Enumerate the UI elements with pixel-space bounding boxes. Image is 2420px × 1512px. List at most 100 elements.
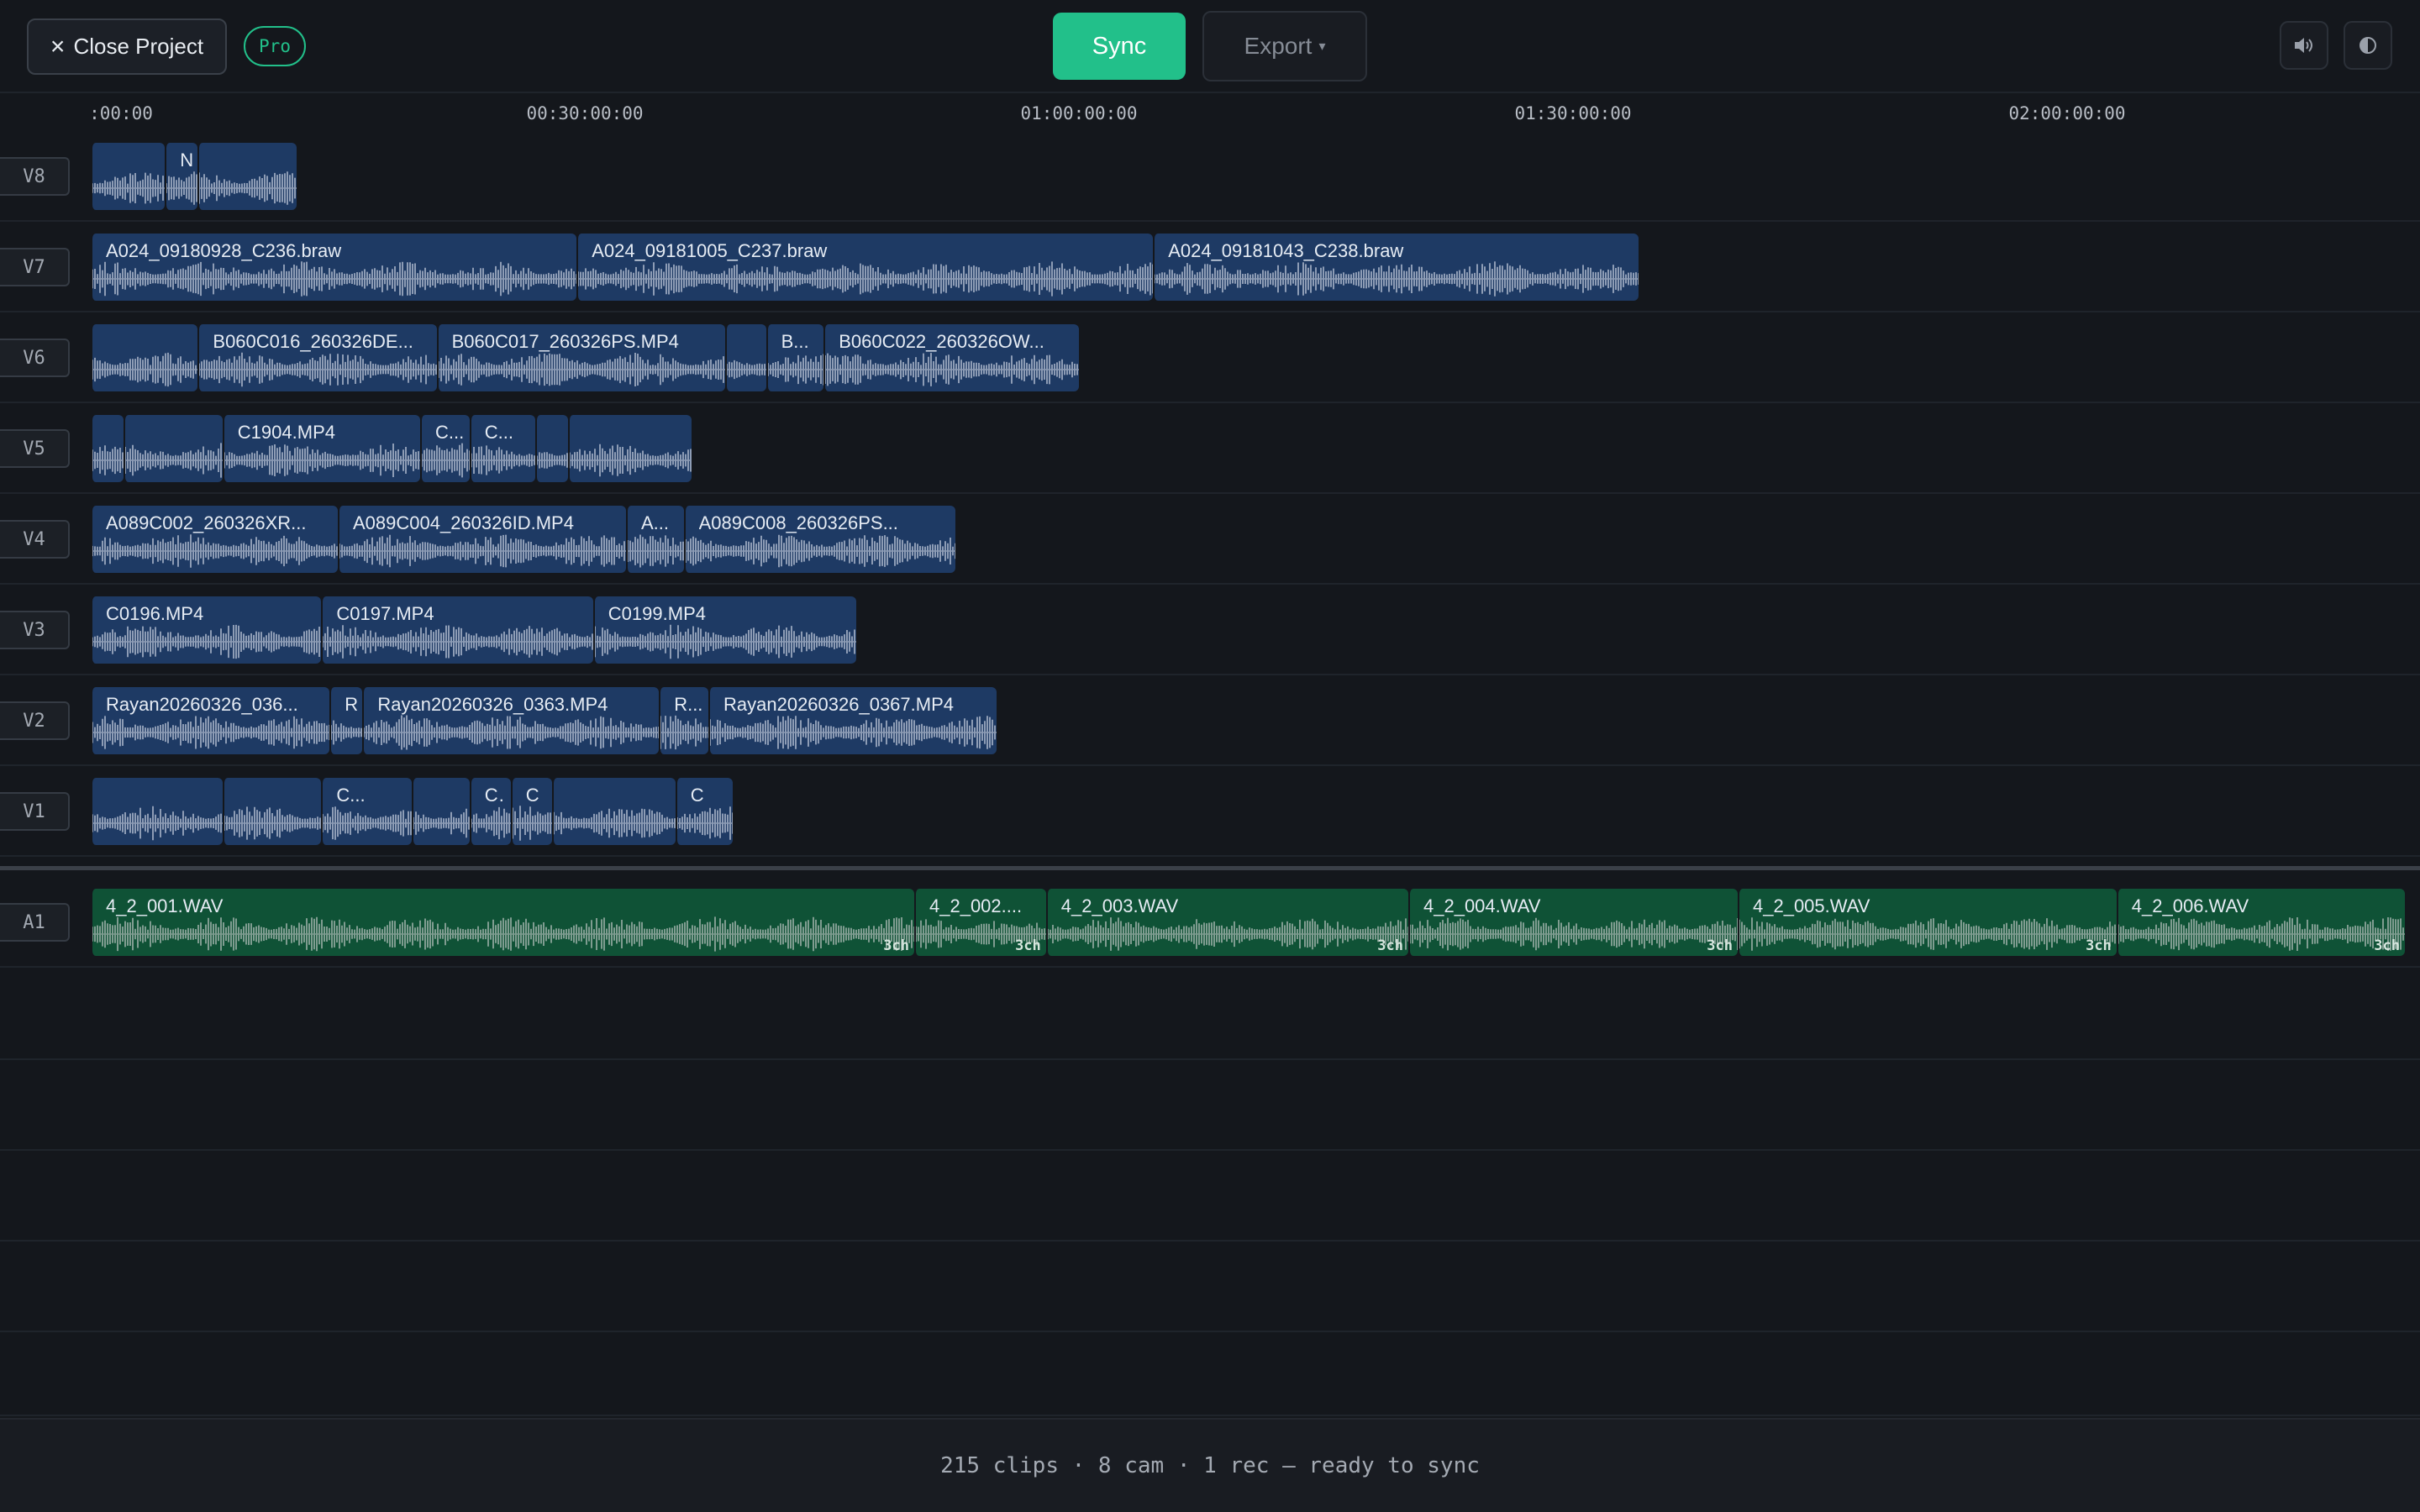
track-label[interactable]: V4 — [0, 520, 70, 559]
video-clip[interactable]: R... — [329, 687, 363, 754]
video-clip[interactable]: C1904.MP4 — [222, 415, 420, 482]
video-clip[interactable] — [91, 778, 223, 845]
waveform — [92, 261, 577, 297]
video-audio-divider — [0, 866, 2420, 870]
video-clip[interactable]: A024_09181005_C237.braw — [576, 234, 1154, 301]
track-row-v6: V6 B060C016_260326DE... B060C017_260326PS.… — [0, 314, 2420, 403]
video-clip[interactable] — [724, 324, 766, 391]
video-clip[interactable]: N — [165, 143, 198, 210]
waveform — [331, 720, 363, 745]
waveform — [570, 444, 692, 477]
clip-label: R... — [345, 694, 358, 715]
video-clip[interactable]: C0199.MP4 — [592, 596, 857, 664]
waveform — [537, 452, 569, 469]
video-clip[interactable] — [412, 778, 470, 845]
volume-button[interactable] — [2280, 21, 2328, 70]
empty-track-row — [0, 1242, 2420, 1332]
clip-label: 4_2_003.WAV — [1060, 895, 1179, 916]
clip-label: C — [525, 785, 539, 806]
clip-label: 4_2_001.WAV — [106, 895, 224, 916]
track-label[interactable]: V2 — [0, 701, 70, 740]
waveform — [660, 715, 708, 750]
video-clip[interactable] — [551, 778, 676, 845]
track-row-v2: V2 Rayan20260326_036... R... Rayan20260326_… — [0, 677, 2420, 766]
ruler-tick: 01:00:00:00 — [1020, 103, 1138, 123]
video-clip[interactable]: B060C022_260326OW... — [823, 324, 1079, 391]
video-clip[interactable] — [91, 415, 124, 482]
video-clip[interactable] — [91, 324, 198, 391]
clip-label: R... — [674, 694, 703, 715]
video-clip[interactable]: C... — [321, 778, 413, 845]
audio-clip[interactable]: 4_2_004.WAV 3ch — [1408, 889, 1738, 956]
track-label[interactable]: V5 — [0, 429, 70, 468]
video-clip[interactable]: A024_09181043_C238.braw — [1153, 234, 1639, 301]
video-clip[interactable]: A024_09180928_C236.braw — [91, 234, 577, 301]
close-project-button[interactable]: × Close Project — [27, 18, 227, 75]
track-label[interactable]: V7 — [0, 248, 70, 286]
video-clip[interactable]: A089C008_260326PS... — [683, 506, 955, 573]
audio-clip[interactable]: 4_2_001.WAV 3ch — [91, 889, 914, 956]
track-row-v5: V5 C1904.MP4 C... C... — [0, 405, 2420, 494]
timeline-ruler[interactable]: :00:00 00:30:00:00 01:00:00:00 01:30:00:… — [0, 95, 2420, 133]
clip-label: B060C016_260326DE... — [213, 331, 413, 352]
video-clip[interactable]: B060C016_260326DE... — [197, 324, 437, 391]
video-clip[interactable]: A089C002_260326XR... — [91, 506, 338, 573]
track-label[interactable]: V1 — [0, 792, 70, 831]
video-clip[interactable]: C — [675, 778, 734, 845]
theme-toggle-button[interactable] — [2344, 21, 2392, 70]
track-row-v4: V4 A089C002_260326XR... A089C004_260326ID.… — [0, 496, 2420, 585]
track-label[interactable]: V6 — [0, 339, 70, 377]
video-clip[interactable]: C0196.MP4 — [91, 596, 322, 664]
waveform — [224, 806, 322, 840]
video-clip[interactable] — [535, 415, 569, 482]
video-clip[interactable] — [568, 415, 692, 482]
channel-count: 3ch — [1015, 937, 1041, 954]
waveform — [512, 806, 552, 841]
waveform — [578, 261, 1154, 297]
status-text: 215 clips · 8 cam · 1 rec — ready to syn… — [940, 1453, 1480, 1478]
video-clip[interactable]: R... — [659, 687, 708, 754]
clip-label: A024_09181043_C238.braw — [1168, 240, 1404, 261]
video-clip[interactable] — [197, 143, 297, 210]
video-clip[interactable]: C — [510, 778, 552, 845]
clip-label: Rayan20260326_036... — [106, 694, 298, 715]
contrast-icon — [2360, 37, 2376, 54]
video-clip[interactable]: B... — [765, 324, 824, 391]
video-clip[interactable] — [124, 415, 223, 482]
sync-button[interactable]: Sync — [1053, 13, 1186, 80]
video-clip[interactable]: Rayan20260326_0367.MP4 — [708, 687, 997, 754]
ruler-tick: :00:00 — [89, 103, 153, 123]
video-clip[interactable]: Rayan20260326_036... — [91, 687, 330, 754]
clip-label: A024_09181005_C237.braw — [592, 240, 828, 261]
speaker-icon — [2295, 38, 2312, 53]
clip-label: A024_09180928_C236.braw — [106, 240, 342, 261]
clip-label: C1904.MP4 — [237, 422, 335, 443]
audio-clip[interactable]: 4_2_003.WAV 3ch — [1045, 889, 1408, 956]
audio-clip[interactable]: 4_2_005.WAV 3ch — [1738, 889, 2117, 956]
track-label[interactable]: A1 — [0, 903, 70, 942]
video-clip[interactable]: A... — [626, 506, 684, 573]
video-clip[interactable]: B060C017_260326PS.MP4 — [436, 324, 725, 391]
video-clip[interactable]: A089C004_260326ID.MP4 — [338, 506, 626, 573]
video-clip[interactable]: Rayan20260326_0363.MP4 — [362, 687, 660, 754]
video-clip[interactable]: C... — [469, 415, 536, 482]
video-clip[interactable]: C... — [469, 778, 511, 845]
audio-clip[interactable]: 4_2_002.... 3ch — [914, 889, 1046, 956]
track-label[interactable]: V3 — [0, 611, 70, 649]
channel-count: 3ch — [2086, 937, 2112, 954]
waveform — [224, 444, 420, 477]
clip-label: C... — [484, 785, 506, 806]
track-label[interactable]: V8 — [0, 157, 70, 196]
clip-label: 4_2_006.WAV — [2131, 895, 2249, 916]
clip-label: C... — [484, 422, 514, 443]
video-clip[interactable] — [91, 143, 166, 210]
waveform — [2118, 917, 2405, 951]
export-button[interactable]: Export ▾ — [1202, 11, 1367, 81]
video-clip[interactable]: C0197.MP4 — [321, 596, 593, 664]
video-clip[interactable] — [222, 778, 322, 845]
clip-label: B060C017_260326PS.MP4 — [451, 331, 679, 352]
audio-clip[interactable]: 4_2_006.WAV 3ch — [2116, 889, 2405, 956]
video-clip[interactable]: C... — [420, 415, 470, 482]
clip-label: C0197.MP4 — [336, 603, 434, 624]
clip-label: B060C022_260326OW... — [839, 331, 1044, 352]
